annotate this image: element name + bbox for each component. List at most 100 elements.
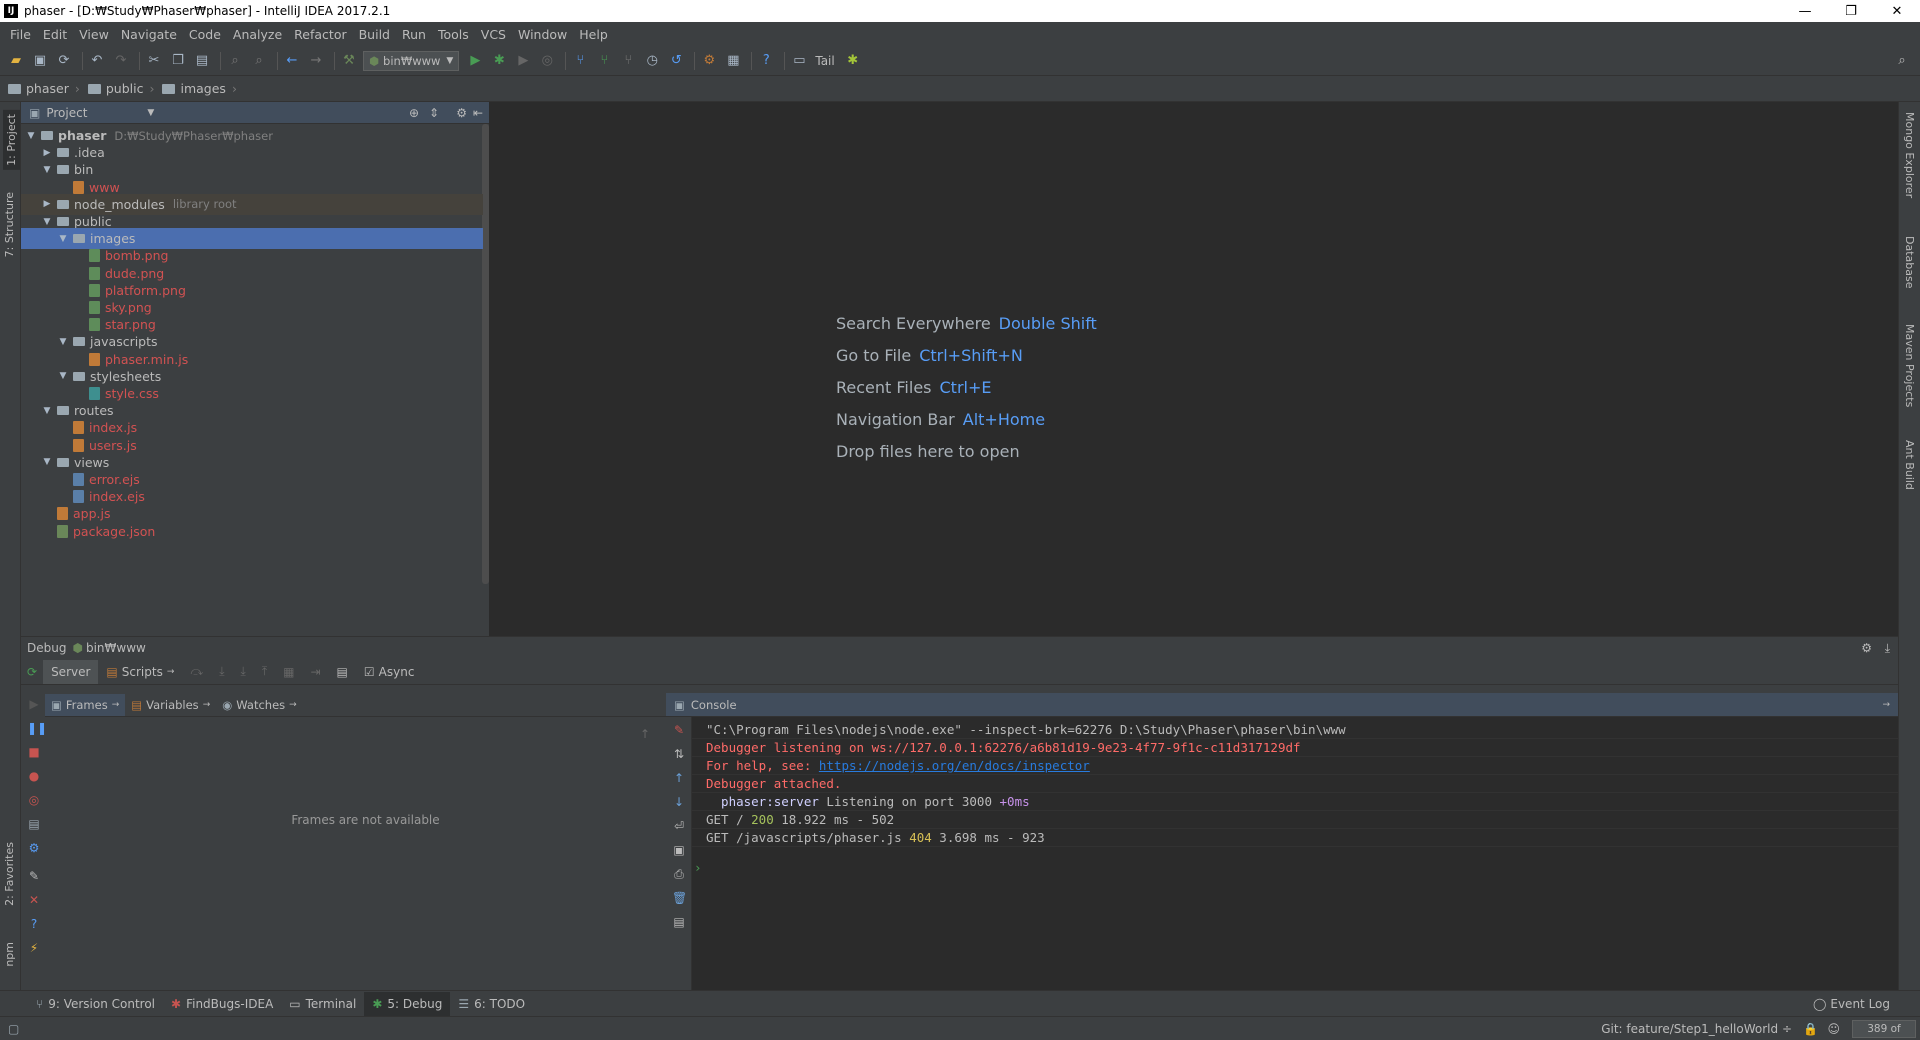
drop-frame-icon[interactable]: ▦ xyxy=(283,665,294,679)
close-icon[interactable]: ✕ xyxy=(27,893,41,907)
trash-icon[interactable]: 🗑 xyxy=(672,891,687,905)
redo-icon[interactable]: ↷ xyxy=(111,51,131,71)
lightning-icon[interactable]: ⚡ xyxy=(27,941,41,955)
tool-tab-6-todo[interactable]: ☰ 6: TODO xyxy=(450,992,533,1016)
frame-up-icon[interactable]: ↑ xyxy=(640,727,650,741)
build-icon[interactable]: ⚒ xyxy=(339,51,359,71)
search-everywhere-icon[interactable]: ⌕ xyxy=(1892,51,1912,71)
chevron-down-icon[interactable]: ▼ xyxy=(41,457,53,467)
chevron-down-icon[interactable]: ▼ xyxy=(57,234,69,244)
save-icon[interactable]: ▣ xyxy=(30,51,50,71)
sort-icon[interactable]: ⇅ xyxy=(672,747,686,761)
help-icon[interactable]: ? xyxy=(27,917,41,931)
menu-window[interactable]: Window xyxy=(512,27,573,42)
view-breakpoints-icon[interactable]: ● xyxy=(27,769,41,783)
project-structure-icon[interactable]: ▦ xyxy=(723,51,743,71)
chevron-down-icon[interactable]: ▼ xyxy=(41,165,53,175)
locate-icon[interactable]: ⊕ xyxy=(409,106,419,120)
gear-icon[interactable]: ⚙ xyxy=(1861,641,1872,655)
tool-tab-9-version-control[interactable]: ⑂ 9: Version Control xyxy=(28,992,163,1016)
memory-indicator[interactable]: 389 of 725M xyxy=(1852,1020,1916,1040)
debug-config-tab[interactable]: bin₩www xyxy=(86,641,146,655)
clear-icon[interactable]: ✎ xyxy=(672,723,686,737)
vcs-history-icon[interactable]: ◷ xyxy=(642,51,662,71)
chevron-right-icon[interactable]: ▶ xyxy=(41,148,53,158)
ant-build-tab[interactable]: Ant Build xyxy=(1903,440,1916,490)
revert-icon[interactable]: ↺ xyxy=(666,51,686,71)
menu-view[interactable]: View xyxy=(73,27,115,42)
terminal-icon[interactable]: ▤ xyxy=(672,915,686,929)
replace-icon[interactable]: ⌕ xyxy=(249,51,269,71)
scroll-to-end-icon[interactable]: ▣ xyxy=(672,843,686,857)
pause-icon[interactable]: ❚❚ xyxy=(27,721,47,735)
force-step-into-icon[interactable]: ⤓ xyxy=(241,664,246,679)
sync-icon[interactable]: ⟳ xyxy=(54,51,74,71)
menu-build[interactable]: Build xyxy=(353,27,396,42)
tab-frames[interactable]: ▣ Frames → xyxy=(45,693,126,716)
mute-breakpoints-icon[interactable]: ◎ xyxy=(27,793,41,807)
vcs-update-icon[interactable]: ⑂ xyxy=(570,51,590,71)
cut-icon[interactable]: ✂ xyxy=(144,51,164,71)
project-view-select[interactable]: Project xyxy=(46,106,87,120)
tab-console[interactable]: Console xyxy=(691,698,737,712)
tree-scrollbar[interactable] xyxy=(482,124,489,584)
editor-area[interactable]: Search Everywhere Double Shift Go to File C… xyxy=(489,102,1898,636)
tool-tab-findbugs-idea[interactable]: ✱ FindBugs-IDEA xyxy=(163,992,281,1016)
event-log-button[interactable]: ◯ Event Log xyxy=(1813,997,1890,1011)
run-to-cursor-icon[interactable]: ⇥ xyxy=(310,665,320,679)
stop-icon[interactable]: ■ xyxy=(27,745,41,759)
tool-tab-5-debug[interactable]: ✱ 5: Debug xyxy=(364,991,451,1016)
menu-navigate[interactable]: Navigate xyxy=(115,27,183,42)
menu-file[interactable]: File xyxy=(4,27,37,42)
paste-icon[interactable]: ▤ xyxy=(192,51,212,71)
console-link[interactable]: https://nodejs.org/en/docs/inspector xyxy=(819,758,1090,773)
pin-icon[interactable]: ✎ xyxy=(27,869,41,883)
chevron-down-icon[interactable]: ▼ xyxy=(41,217,53,227)
breadcrumb-item-public[interactable]: public › xyxy=(87,81,154,96)
npm-tool-tab[interactable]: npm xyxy=(3,942,16,967)
step-over-icon[interactable]: ⤼ xyxy=(190,664,203,679)
tail-button[interactable]: Tail xyxy=(815,54,834,68)
close-button[interactable]: ✕ xyxy=(1874,0,1920,22)
database-tab[interactable]: Database xyxy=(1903,236,1916,289)
chevron-down-icon[interactable]: ▼ xyxy=(41,406,53,416)
print-icon[interactable]: ⎙ xyxy=(672,867,686,882)
terminal-icon[interactable]: ▭ xyxy=(789,51,809,71)
console-prompt-icon[interactable]: › xyxy=(692,859,1898,877)
chevron-down-icon[interactable]: ▼ xyxy=(147,108,154,118)
menu-tools[interactable]: Tools xyxy=(432,27,475,42)
find-icon[interactable]: ⌕ xyxy=(225,51,245,71)
menu-run[interactable]: Run xyxy=(396,27,432,42)
layout-icon[interactable]: ▤ xyxy=(27,817,41,831)
run-icon[interactable]: ▶ xyxy=(465,51,485,71)
rerun-icon[interactable]: ⟳ xyxy=(27,665,37,679)
menu-refactor[interactable]: Refactor xyxy=(288,27,352,42)
panel-toggle-icon[interactable]: ▢ xyxy=(8,1022,19,1036)
git-branch[interactable]: Git: feature/Step1_helloWorld ÷ xyxy=(1601,1022,1792,1036)
breadcrumb-item-images[interactable]: images › xyxy=(162,81,237,96)
step-into-icon[interactable]: ⤓ xyxy=(219,664,224,679)
copy-icon[interactable]: ❐ xyxy=(168,51,188,71)
pin-icon[interactable]: → xyxy=(1882,700,1890,710)
structure-tool-tab[interactable]: 7: Structure xyxy=(3,192,16,257)
android-icon[interactable]: ✱ xyxy=(843,51,863,71)
vcs-compare-icon[interactable]: ⑂ xyxy=(618,51,638,71)
maven-projects-tab[interactable]: Maven Projects xyxy=(1903,324,1916,407)
hide-icon[interactable]: ⇤ xyxy=(473,106,483,120)
chevron-down-icon[interactable]: ▼ xyxy=(25,131,37,141)
run-config-select[interactable]: ⬢ bin₩www ▼ xyxy=(363,50,460,71)
settings-icon[interactable]: ⚙ xyxy=(27,841,41,855)
profile-icon[interactable]: ◎ xyxy=(537,51,557,71)
tab-watches[interactable]: ◉ Watches → xyxy=(216,694,302,716)
coverage-icon[interactable]: ▶ xyxy=(513,51,533,71)
lock-icon[interactable]: 🔒 xyxy=(1803,1022,1818,1036)
maximize-button[interactable]: ❐ xyxy=(1828,0,1874,22)
hide-icon[interactable]: ⤓ xyxy=(1885,641,1890,656)
menu-edit[interactable]: Edit xyxy=(37,27,73,42)
mongo-explorer-tab[interactable]: Mongo Explorer xyxy=(1903,112,1916,198)
open-folder-icon[interactable]: ▰ xyxy=(6,51,26,71)
step-out-icon[interactable]: ⤒ xyxy=(262,664,267,679)
undo-icon[interactable]: ↶ xyxy=(87,51,107,71)
tab-variables[interactable]: ▤ Variables → xyxy=(125,694,216,716)
down-icon[interactable]: ↓ xyxy=(672,795,686,809)
